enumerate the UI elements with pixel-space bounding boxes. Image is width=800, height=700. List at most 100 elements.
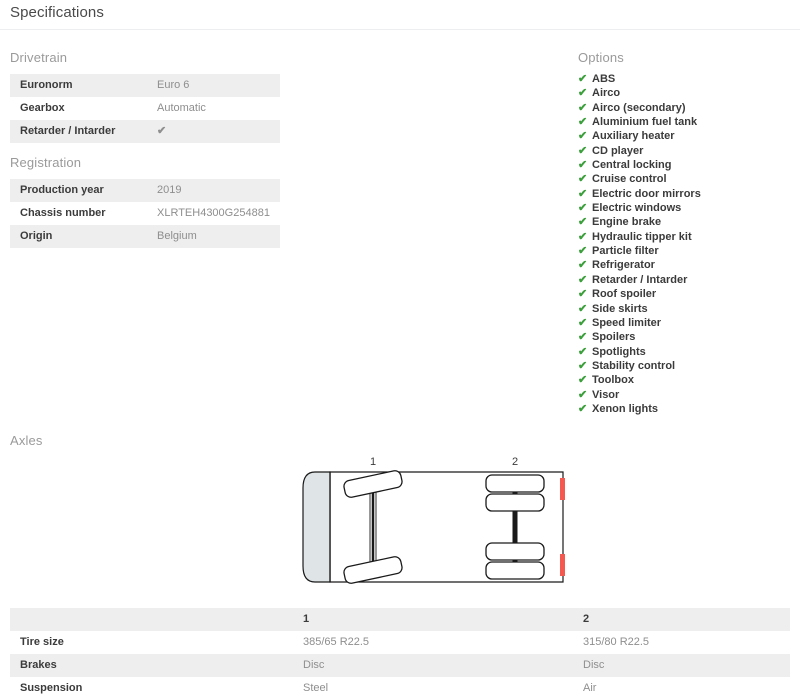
axle-2-wheel-left-inner: [485, 493, 545, 512]
option-item: ✔ Hydraulic tipper kit: [578, 230, 793, 244]
check-icon: ✔: [578, 101, 588, 114]
option-item: ✔ Airco: [578, 86, 793, 100]
option-label: Aluminium fuel tank: [592, 116, 698, 129]
axle-spec-label: Suspension: [20, 682, 83, 694]
options-column: Options ✔ ABS ✔ Airco ✔ Airco (secondary) ✔ Alu…: [578, 48, 793, 416]
axle-table-header-blank: [10, 608, 293, 631]
option-item: ✔ Side skirts: [578, 302, 793, 316]
check-icon: ✔: [578, 216, 588, 229]
axles-title: Axles: [10, 433, 43, 448]
check-icon: ✔: [578, 402, 588, 415]
registration-group: Registration Production year 2019 Chassi…: [10, 153, 280, 248]
option-label: Refrigerator: [592, 259, 655, 272]
axle-spec-label: Brakes: [20, 659, 57, 671]
check-icon: ✔: [578, 202, 588, 215]
check-icon: ✔: [578, 130, 588, 143]
axle-configuration-diagram: 1 2: [302, 456, 565, 584]
axles-section: Axles 1 2: [10, 432, 790, 584]
check-icon: ✔: [578, 331, 588, 344]
option-label: Xenon lights: [592, 402, 658, 415]
option-label: Speed limiter: [592, 316, 662, 329]
check-icon: ✔: [578, 345, 588, 358]
option-label: Engine brake: [592, 216, 662, 229]
table-header-row: 1 2: [10, 608, 790, 631]
specifications-left-column: Drivetrain Euronorm Euro 6 Gearbox Autom…: [10, 48, 280, 248]
spec-value: Euro 6: [157, 79, 190, 91]
option-item: ✔ Toolbox: [578, 373, 793, 387]
cab-front: [302, 471, 331, 583]
check-icon: ✔: [578, 259, 588, 272]
option-item: ✔ Speed limiter: [578, 316, 793, 330]
spec-label: Chassis number: [20, 207, 106, 219]
option-item: ✔ Xenon lights: [578, 402, 793, 416]
option-label: Visor: [592, 388, 620, 401]
axle-2-value: Air: [583, 682, 597, 694]
spec-value: 2019: [157, 184, 182, 196]
axle-1-value: Disc: [303, 659, 325, 671]
option-item: ✔ Engine brake: [578, 215, 793, 229]
option-label: CD player: [592, 144, 644, 157]
spec-value: Belgium: [157, 230, 197, 242]
check-icon: ✔: [578, 159, 588, 172]
check-icon: ✔: [578, 230, 588, 243]
drivetrain-table: Euronorm Euro 6 Gearbox Automatic Retard…: [10, 74, 280, 143]
check-icon: ✔: [578, 187, 588, 200]
axle-details-table: 1 2 Tire size 385/65 R22.5 315/80 R22.5 …: [10, 608, 790, 700]
option-item: ✔ Refrigerator: [578, 258, 793, 272]
option-label: Spoilers: [592, 331, 636, 344]
check-icon: ✔: [578, 273, 588, 286]
axle-2-wheel-right-inner: [485, 542, 545, 561]
page-title: Specifications: [10, 4, 104, 21]
option-label: Auxiliary heater: [592, 130, 675, 143]
option-item: ✔ Spoilers: [578, 330, 793, 344]
axle-1-label: 1: [370, 456, 376, 468]
option-item: ✔ CD player: [578, 144, 793, 158]
option-item: ✔ Stability control: [578, 359, 793, 373]
option-item: ✔ Electric door mirrors: [578, 187, 793, 201]
check-icon: ✔: [578, 245, 588, 258]
table-row: Retarder / Intarder ✔: [10, 120, 280, 143]
table-row: Euronorm Euro 6: [10, 74, 280, 97]
option-label: Central locking: [592, 159, 672, 172]
option-label: Electric door mirrors: [592, 187, 701, 200]
axle-2-value: 315/80 R22.5: [583, 636, 650, 648]
check-icon: ✔: [578, 87, 588, 100]
option-label: Toolbox: [592, 374, 634, 387]
table-row: Production year 2019: [10, 179, 280, 202]
registration-table: Production year 2019 Chassis number XLRT…: [10, 179, 280, 248]
check-icon: ✔: [578, 359, 588, 372]
check-icon: ✔: [578, 144, 588, 157]
option-item: ✔ ABS: [578, 72, 793, 86]
option-label: Airco: [592, 87, 621, 100]
option-label: Stability control: [592, 359, 676, 372]
spec-label: Origin: [20, 230, 53, 242]
option-item: ✔ Particle filter: [578, 244, 793, 258]
option-item: ✔ Central locking: [578, 158, 793, 172]
check-icon: ✔: [578, 388, 588, 401]
option-label: Roof spoiler: [592, 288, 657, 301]
check-icon: ✔: [578, 374, 588, 387]
spec-label: Gearbox: [20, 102, 65, 114]
check-icon: ✔: [578, 73, 588, 85]
spec-label: Production year: [20, 184, 104, 196]
option-label: Hydraulic tipper kit: [592, 230, 692, 243]
check-icon: ✔: [578, 302, 588, 315]
table-row: Chassis number XLRTEH4300G254881: [10, 202, 280, 225]
option-label: Side skirts: [592, 302, 648, 315]
axle-table-header-2: 2: [583, 613, 590, 625]
drivetrain-group: Drivetrain Euronorm Euro 6 Gearbox Autom…: [10, 48, 280, 143]
check-icon: ✔: [578, 316, 588, 329]
axle-2-value: Disc: [583, 659, 605, 671]
axle-spec-label: Tire size: [20, 636, 64, 648]
option-label: ABS: [592, 73, 616, 85]
rear-marker-top: [560, 478, 565, 500]
option-item: ✔ Visor: [578, 388, 793, 402]
table-row: Gearbox Automatic: [10, 97, 280, 120]
axle-2-label: 2: [512, 456, 518, 468]
spec-value: XLRTEH4300G254881: [157, 207, 270, 219]
rear-marker-bottom: [560, 554, 565, 576]
option-label: Particle filter: [592, 245, 659, 258]
option-label: Airco (secondary): [592, 101, 686, 114]
option-item: ✔ Electric windows: [578, 201, 793, 215]
check-icon: ✔: [578, 288, 588, 301]
